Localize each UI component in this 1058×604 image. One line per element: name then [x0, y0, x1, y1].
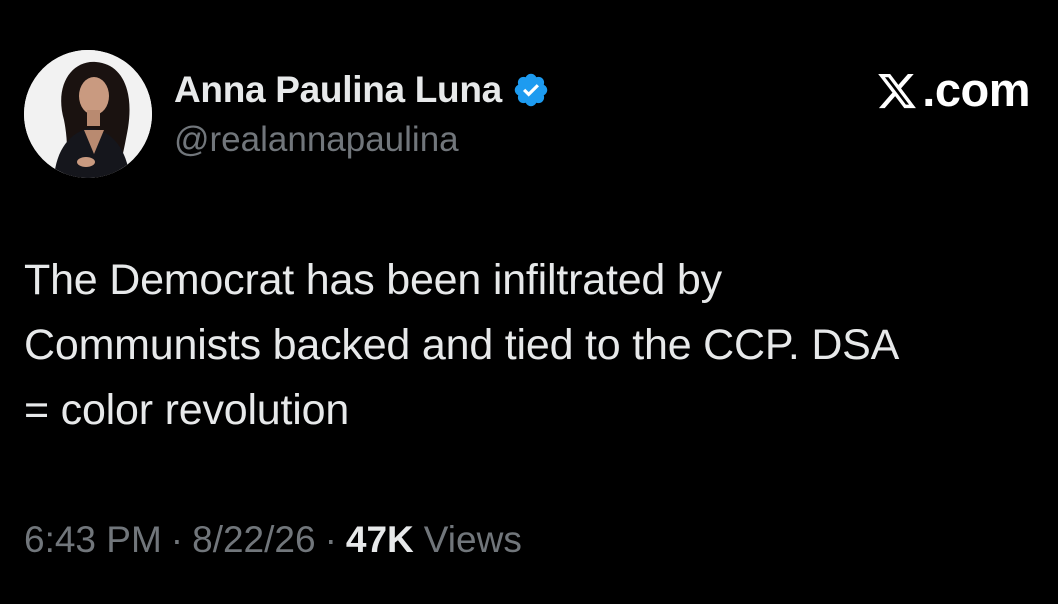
meta-separator: · [170, 519, 184, 560]
tweet-meta: 6:43 PM · 8/22/26 · 47K Views [24, 515, 522, 565]
avatar[interactable] [24, 50, 152, 178]
x-logo-icon [875, 68, 919, 110]
display-name[interactable]: Anna Paulina Luna [174, 69, 502, 111]
x-brand-mark: .com [875, 62, 1030, 116]
tweet-time[interactable]: 6:43 PM [24, 519, 162, 561]
tweet-date[interactable]: 8/22/26 [192, 519, 315, 561]
brand-domain-label: .com [922, 62, 1030, 116]
views-label: Views [423, 519, 522, 560]
avatar-photo-icon [24, 50, 152, 178]
author-handle[interactable]: @realannapaulina [174, 120, 459, 160]
meta-separator: · [324, 519, 337, 560]
author-name-row[interactable]: Anna Paulina Luna [174, 66, 550, 114]
tweet-text: The Democrat has been infiltrated by Com… [24, 256, 900, 434]
views-count[interactable]: 47K [346, 519, 414, 561]
verified-badge-icon [512, 71, 550, 109]
